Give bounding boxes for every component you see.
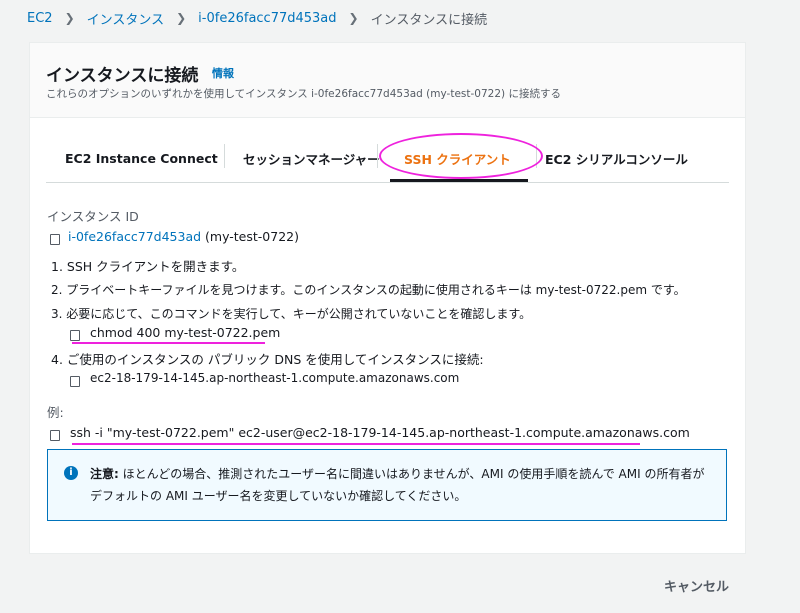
- alert-body: ほとんどの場合、推測されたユーザー名に間違いはありませんが、AMI の使用手順を…: [90, 467, 705, 503]
- chmod-command: chmod 400 my-test-0722.pem: [90, 325, 281, 340]
- copy-icon[interactable]: [70, 373, 84, 387]
- alert-text: 注意: ほとんどの場合、推測されたユーザー名に間違いはありませんが、AMI の使…: [90, 463, 710, 507]
- copy-icon[interactable]: [70, 327, 84, 341]
- breadcrumb: EC2 ❯ インスタンス ❯ i-0fe26facc77d453ad ❯ インス…: [27, 9, 488, 28]
- instance-id-label: インスタンス ID: [47, 209, 139, 224]
- public-dns: ec2-18-179-14-145.ap-northeast-1.compute…: [90, 371, 460, 385]
- breadcrumb-ec2[interactable]: EC2: [27, 11, 53, 26]
- breadcrumb-instance-id[interactable]: i-0fe26facc77d453ad: [198, 11, 336, 26]
- instance-name: (my-test-0722): [205, 229, 299, 244]
- page-description: これらのオプションのいずれかを使用してインスタンス i-0fe26facc77d…: [46, 88, 561, 100]
- step-4: 4. ご使用のインスタンスの パブリック DNS を使用してインスタンスに接続:: [51, 352, 484, 367]
- ssh-command: ssh -i "my-test-0722.pem" ec2-user@ec2-1…: [70, 425, 690, 440]
- chevron-right-icon: ❯: [348, 11, 359, 25]
- copy-icon[interactable]: [50, 427, 64, 441]
- annotation-underline: [72, 443, 640, 445]
- page-title: インスタンスに接続: [46, 66, 199, 86]
- tab-divider: [377, 144, 378, 168]
- tab-session-manager[interactable]: セッションマネージャー: [243, 136, 380, 180]
- instance-id-link[interactable]: i-0fe26facc77d453ad: [68, 229, 201, 244]
- breadcrumb-current: インスタンスに接続: [370, 12, 488, 28]
- tab-ec2-serial-console[interactable]: EC2 シリアルコンソール: [545, 136, 688, 180]
- chevron-right-icon: ❯: [176, 11, 187, 25]
- cancel-button[interactable]: キャンセル: [664, 576, 729, 595]
- annotation-circle: [379, 133, 543, 179]
- breadcrumb-instances[interactable]: インスタンス: [87, 9, 164, 28]
- copy-icon[interactable]: [50, 231, 64, 245]
- connect-panel: インスタンスに接続 情報 これらのオプションのいずれかを使用してインスタンス i…: [29, 42, 746, 554]
- active-tab-indicator: [390, 179, 528, 182]
- chevron-right-icon: ❯: [64, 11, 75, 25]
- tab-ec2-instance-connect[interactable]: EC2 Instance Connect: [65, 136, 218, 180]
- alert-bold: 注意:: [90, 467, 119, 481]
- annotation-underline: [72, 342, 265, 344]
- tab-divider: [224, 144, 225, 168]
- instance-id-row: i-0fe26facc77d453ad (my-test-0722): [68, 229, 299, 244]
- info-icon: i: [64, 466, 78, 480]
- step-1: 1. SSH クライアントを開きます。: [51, 259, 245, 274]
- example-label: 例:: [47, 405, 64, 420]
- info-link[interactable]: 情報: [212, 65, 234, 81]
- panel-header: インスタンスに接続 情報 これらのオプションのいずれかを使用してインスタンス i…: [30, 43, 745, 118]
- step-3: 3. 必要に応じて、このコマンドを実行して、キーが公開されていないことを確認しま…: [51, 307, 532, 321]
- info-alert: i 注意: ほとんどの場合、推測されたユーザー名に間違いはありませんが、AMI …: [47, 449, 727, 521]
- step-2: 2. プライベートキーファイルを見つけます。このインスタンスの起動に使用されるキ…: [51, 283, 686, 297]
- connect-tabs: EC2 Instance Connect セッションマネージャー SSH クライ…: [46, 133, 729, 183]
